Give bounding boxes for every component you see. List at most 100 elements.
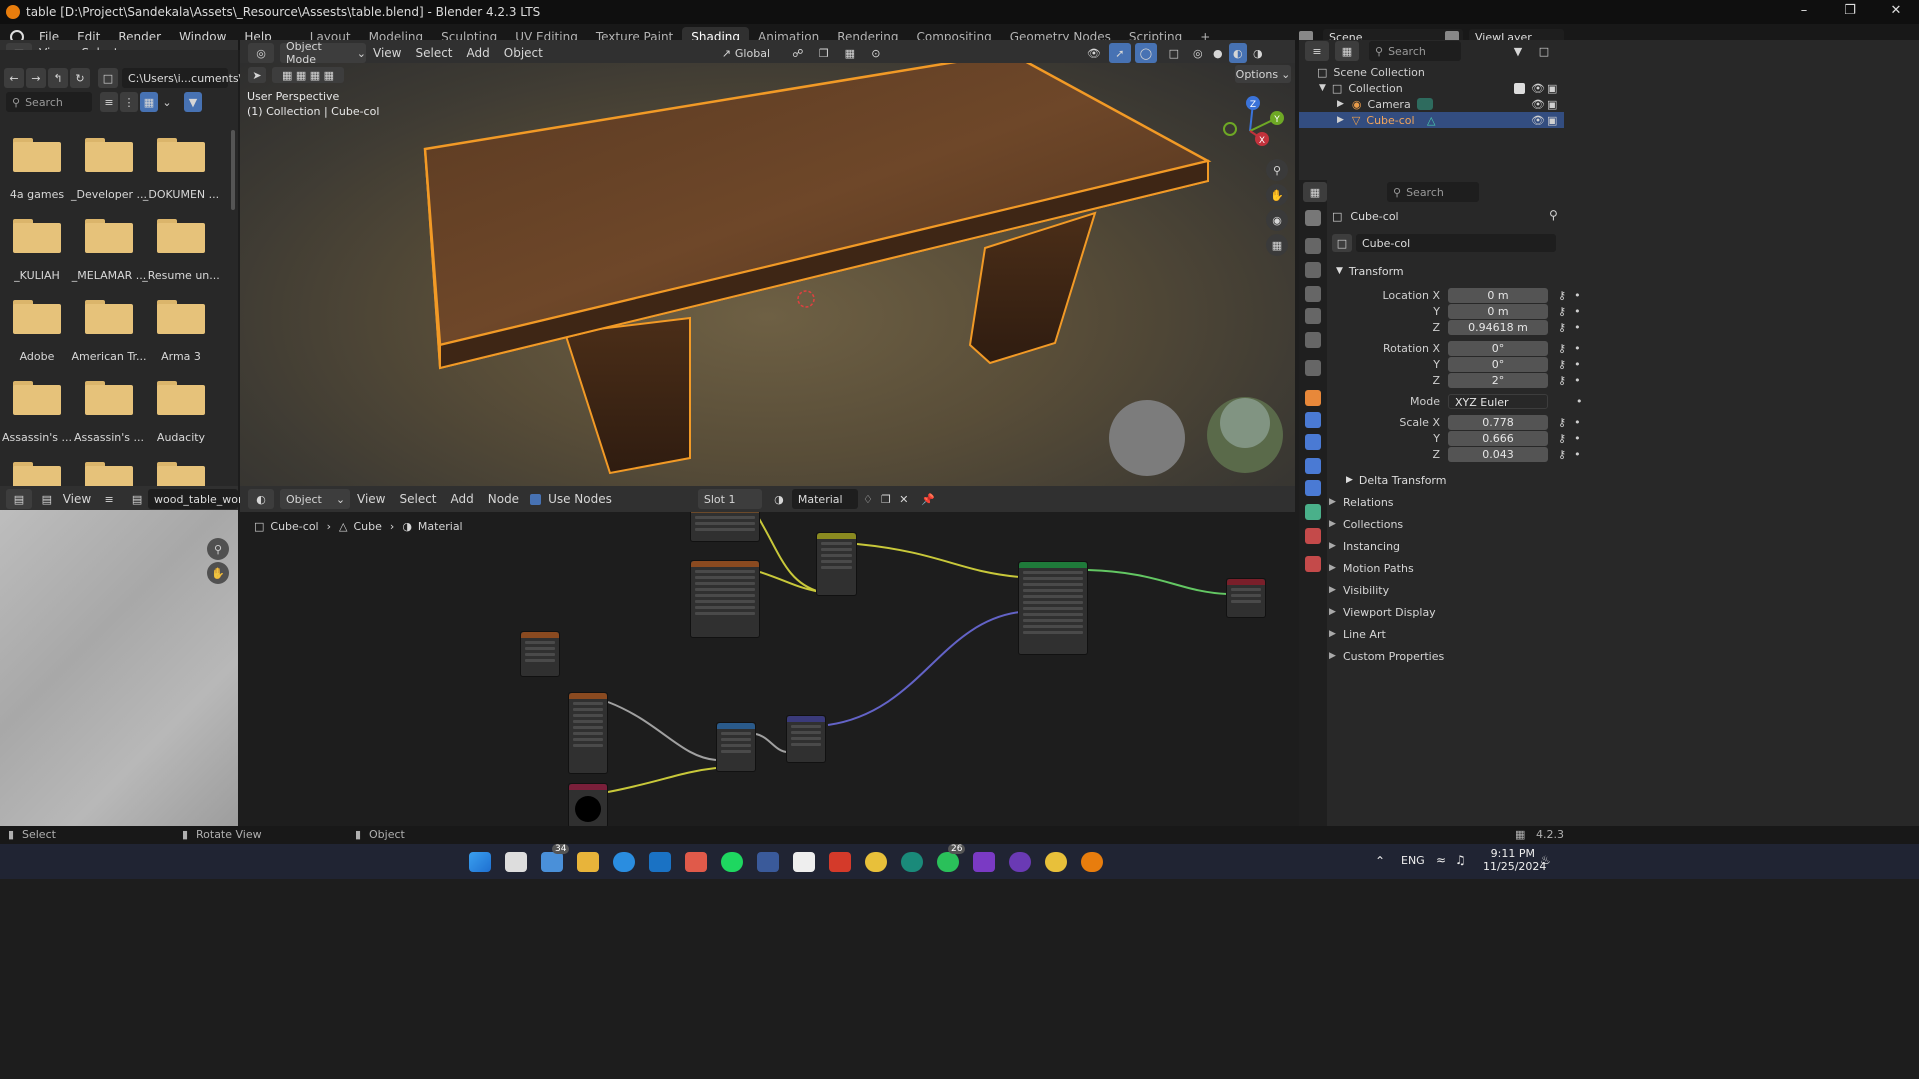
- lock-icon[interactable]: ⚷: [1558, 342, 1566, 355]
- task-view-icon[interactable]: [505, 852, 527, 872]
- rotation-z-field[interactable]: 2°: [1448, 373, 1548, 388]
- blender-taskbar-icon[interactable]: [1081, 852, 1103, 872]
- snap-icon[interactable]: ❒: [813, 43, 835, 63]
- section-viewport-display[interactable]: ▶ Viewport Display: [1329, 602, 1559, 622]
- folder-item[interactable]: [0, 462, 77, 486]
- path-field[interactable]: C:\Users\i...cuments\: [122, 68, 242, 88]
- keyframe-dot-icon[interactable]: •: [1574, 289, 1581, 302]
- node-material-output[interactable]: [1226, 578, 1266, 618]
- xray-icon[interactable]: □: [1163, 43, 1185, 63]
- viewport-menu-view[interactable]: View: [366, 46, 408, 60]
- spotify-icon[interactable]: [721, 852, 743, 872]
- image-menu-view[interactable]: View: [56, 492, 98, 506]
- folder-item[interactable]: Arma 3: [141, 300, 221, 363]
- node-image-texture[interactable]: [690, 560, 760, 638]
- app-icon[interactable]: [901, 852, 923, 872]
- snap-target-icon[interactable]: ▦: [839, 43, 861, 63]
- refresh-icon[interactable]: ↻: [70, 68, 90, 88]
- gizmo-toggle-icon[interactable]: ➚: [1108, 43, 1131, 63]
- pin-icon[interactable]: ⚲: [1549, 208, 1558, 222]
- section-collections[interactable]: ▶ Collections: [1329, 514, 1559, 534]
- notification-bell-icon[interactable]: ♨: [1540, 853, 1551, 867]
- section-visibility[interactable]: ▶ Visibility: [1329, 580, 1559, 600]
- pan-hand-icon[interactable]: ✋: [1266, 184, 1288, 206]
- physics-tab-icon[interactable]: [1305, 458, 1321, 474]
- rotation-mode-dropdown[interactable]: XYZ Euler: [1448, 394, 1548, 409]
- pivot-icon[interactable]: ☍: [787, 43, 809, 63]
- output-tab-icon[interactable]: [1305, 262, 1321, 278]
- folder-item[interactable]: _DOKUMEN ...: [141, 138, 221, 201]
- folder-item[interactable]: 4a games: [0, 138, 77, 201]
- node-principled-bsdf[interactable]: [1018, 561, 1088, 655]
- node-menu-view[interactable]: View: [350, 492, 392, 506]
- properties-editor-type-icon[interactable]: ▦: [1303, 182, 1327, 202]
- chrome-profile-icon[interactable]: [1045, 852, 1067, 872]
- filter-icon[interactable]: ▼: [184, 92, 202, 112]
- camera-view-icon[interactable]: ◉: [1266, 209, 1288, 231]
- keyframe-dot-icon[interactable]: •: [1576, 395, 1583, 408]
- eye-icon[interactable]: 👁: [1531, 82, 1545, 95]
- section-instancing[interactable]: ▶ Instancing: [1329, 536, 1559, 556]
- folder-item[interactable]: [141, 462, 221, 486]
- keyframe-dot-icon[interactable]: •: [1574, 358, 1581, 371]
- lock-icon[interactable]: ⚷: [1558, 432, 1566, 445]
- node-menu-select[interactable]: Select: [392, 492, 443, 506]
- chrome-icon[interactable]: [865, 852, 887, 872]
- sort-dropdown-icon[interactable]: ⌄: [160, 92, 174, 112]
- camera-data-icon[interactable]: [1417, 98, 1433, 110]
- overlay-toggle-icon[interactable]: ◯: [1134, 43, 1157, 63]
- edge-icon[interactable]: [613, 852, 635, 872]
- maximize-button[interactable]: ❐: [1827, 0, 1873, 24]
- eye-icon[interactable]: 👁: [1531, 98, 1545, 111]
- visibility-icon[interactable]: 👁: [1083, 43, 1105, 63]
- scene-tab-icon[interactable]: [1305, 308, 1321, 324]
- notepad-icon[interactable]: [793, 852, 815, 872]
- object-browse-icon[interactable]: □: [1332, 234, 1352, 252]
- solid-shading-icon[interactable]: ●: [1209, 43, 1227, 63]
- volume-icon[interactable]: ♫: [1455, 853, 1466, 867]
- table-model[interactable]: [240, 63, 1295, 486]
- folder-item[interactable]: Assassin's ...: [0, 381, 77, 444]
- delta-transform-header[interactable]: ▶ Delta Transform: [1346, 471, 1446, 489]
- new-folder-icon[interactable]: □: [98, 68, 118, 88]
- node-bump[interactable]: [786, 715, 826, 763]
- clock[interactable]: 9:11 PM 11/25/2024: [1483, 847, 1546, 873]
- transform-orientation-dropdown[interactable]: ↗ Global: [715, 43, 777, 63]
- options-dropdown[interactable]: Options ⌄: [1235, 65, 1291, 83]
- store-icon[interactable]: [685, 852, 707, 872]
- menu-icon[interactable]: ≡: [100, 489, 118, 509]
- shader-type-dropdown[interactable]: Object ⌄: [280, 489, 350, 509]
- close-button[interactable]: ✕: [1873, 0, 1919, 24]
- node-mix-2[interactable]: [716, 722, 756, 772]
- image-pan-icon[interactable]: ✋: [207, 562, 229, 584]
- widgets-icon[interactable]: 34: [541, 844, 570, 872]
- image-editor-type-icon[interactable]: ▤: [6, 489, 32, 509]
- lock-icon[interactable]: ⚷: [1558, 374, 1566, 387]
- viewport-menu-object[interactable]: Object: [497, 46, 550, 60]
- outliner-filter-icon[interactable]: ▼: [1507, 41, 1529, 61]
- folder-item[interactable]: _Resume un...: [141, 219, 221, 282]
- detail-view-icon[interactable]: ⋮: [120, 92, 138, 112]
- lock-icon[interactable]: ⚷: [1558, 448, 1566, 461]
- 3d-viewport[interactable]: User Perspective (1) Collection | Cube-c…: [240, 63, 1295, 486]
- zoom-icon[interactable]: ⚲: [1266, 159, 1288, 181]
- keyframe-dot-icon[interactable]: •: [1574, 321, 1581, 334]
- image-editor-canvas[interactable]: ⚲ ✋: [0, 510, 238, 826]
- node-mapping[interactable]: [690, 512, 760, 542]
- parent-dir-icon[interactable]: ↰: [48, 68, 68, 88]
- rendered-shading-icon[interactable]: ◑: [1249, 43, 1267, 63]
- section-custom-properties[interactable]: ▶ Custom Properties: [1329, 646, 1559, 666]
- mesh-data-icon[interactable]: △: [1427, 114, 1435, 127]
- select-tool-icon[interactable]: ➤: [248, 67, 266, 83]
- material-name-field[interactable]: Material: [791, 489, 858, 509]
- duplicate-material-icon[interactable]: ❐: [878, 489, 894, 509]
- render-icon[interactable]: ▣: [1547, 98, 1557, 111]
- wps-icon[interactable]: [829, 852, 851, 872]
- outliner-item-cube-col[interactable]: ▶ ▽ Cube-col △ 👁 ▣: [1299, 112, 1564, 128]
- keyframe-dot-icon[interactable]: •: [1574, 374, 1581, 387]
- lock-icon[interactable]: ⚷: [1558, 416, 1566, 429]
- collection-tab-icon[interactable]: [1305, 360, 1321, 376]
- section-line-art[interactable]: ▶ Line Art: [1329, 624, 1559, 644]
- node-menu-node[interactable]: Node: [481, 492, 526, 506]
- slot-dropdown[interactable]: Slot 1: [697, 489, 762, 509]
